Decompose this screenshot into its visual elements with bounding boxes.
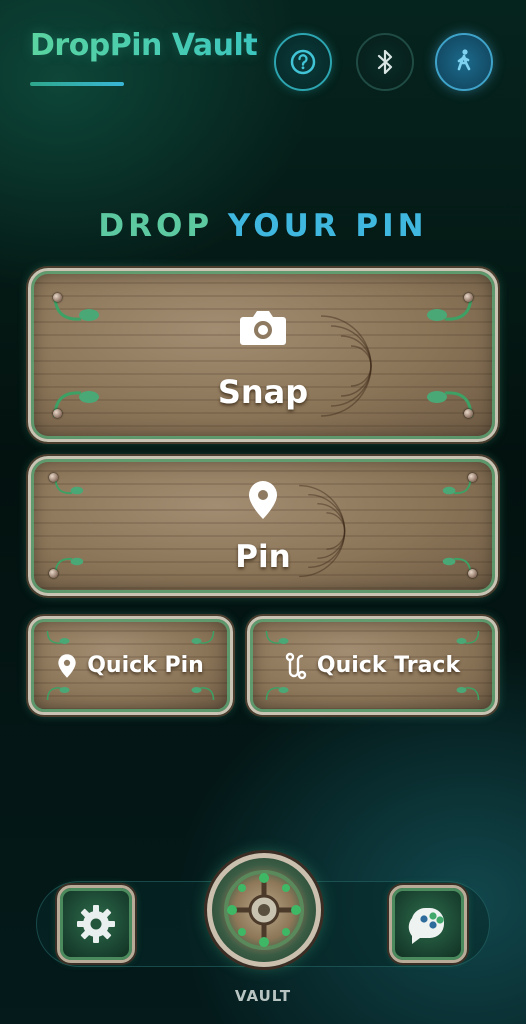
walking-person-icon bbox=[457, 49, 471, 71]
question-circle-icon bbox=[290, 49, 316, 75]
vault-dial-icon bbox=[224, 870, 304, 950]
screw bbox=[464, 293, 473, 302]
map-pin-icon bbox=[249, 481, 277, 519]
bluetooth-button[interactable] bbox=[356, 33, 414, 91]
title-underline bbox=[30, 82, 124, 86]
vault-button[interactable] bbox=[207, 853, 321, 967]
quick-track-button[interactable]: Quick Track bbox=[247, 616, 498, 715]
screw bbox=[53, 293, 62, 302]
settings-button[interactable] bbox=[57, 885, 135, 963]
bluetooth-icon bbox=[377, 49, 393, 75]
heading-part-2: YOUR PIN bbox=[227, 208, 428, 244]
quick-pin-button[interactable]: Quick Pin bbox=[28, 616, 233, 715]
screw bbox=[49, 473, 58, 482]
heading-part-1: DROP bbox=[98, 208, 214, 244]
section-heading: DROP YOUR PIN bbox=[0, 208, 526, 244]
quick-track-label: Quick Track bbox=[316, 653, 461, 678]
help-button[interactable] bbox=[274, 33, 332, 91]
games-button[interactable] bbox=[389, 885, 467, 963]
vine-decoration bbox=[54, 477, 84, 495]
route-icon bbox=[285, 652, 307, 679]
app-title: DropPin Vault bbox=[30, 28, 258, 63]
snap-label: Snap bbox=[217, 373, 309, 411]
map-pin-icon bbox=[58, 653, 76, 678]
snap-button[interactable]: Snap bbox=[28, 268, 498, 442]
camera-icon bbox=[240, 311, 286, 345]
game-controller-icon bbox=[408, 907, 444, 944]
walk-mode-button[interactable] bbox=[435, 33, 493, 91]
pin-button[interactable]: Pin bbox=[28, 456, 498, 596]
quick-pin-label: Quick Pin bbox=[87, 653, 204, 678]
vault-label: VAULT bbox=[234, 987, 292, 1005]
pin-label: Pin bbox=[235, 539, 291, 575]
gear-icon bbox=[77, 905, 115, 943]
screw bbox=[468, 473, 477, 482]
